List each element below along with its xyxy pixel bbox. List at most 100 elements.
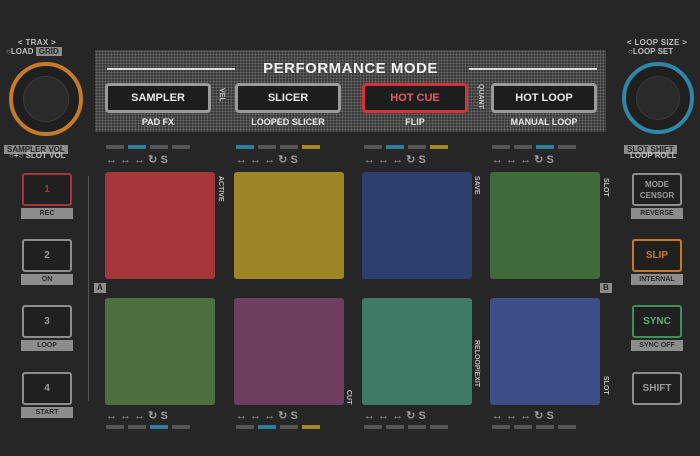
- pad-strip-top-1: [106, 145, 190, 151]
- sync-off-label: SYNC OFF: [631, 340, 683, 351]
- loop-size-label: < LOOP SIZE >: [627, 38, 687, 47]
- pad-strip-top-2: [236, 145, 320, 151]
- pad-7[interactable]: [362, 298, 472, 405]
- load-label: LOAD: [10, 47, 34, 56]
- left-guide-line: [88, 176, 89, 401]
- s-icon: S: [290, 410, 298, 422]
- left-button-1-sub: REC: [21, 208, 73, 219]
- pad-5[interactable]: [105, 298, 215, 405]
- loop-icon: ↻: [534, 410, 547, 422]
- loop-set-label: LOOP SET: [632, 47, 674, 56]
- loop-icon: ↻: [406, 410, 419, 422]
- left-button-2[interactable]: 2: [22, 239, 72, 272]
- b-marker: B: [600, 283, 612, 293]
- pad-1[interactable]: [105, 172, 215, 279]
- pad-strip-top-4: [492, 145, 576, 151]
- trax-knob-inner: [23, 76, 69, 122]
- s-icon: S: [418, 154, 426, 166]
- bottom-controls-2: ↔ ↔ ↔ ↻ S: [236, 409, 298, 422]
- loop-icon: ↻: [148, 410, 161, 422]
- trax-right-marker: >: [48, 38, 56, 47]
- loop-icon: ↻: [278, 154, 291, 166]
- sync-button[interactable]: SYNC: [632, 305, 682, 338]
- left-button-1[interactable]: 1: [22, 173, 72, 206]
- flip-icon: ↔ ↔ ↔: [364, 154, 407, 166]
- pad-strip-bottom-1: [106, 425, 190, 431]
- loop-size-knob-inner: [636, 76, 680, 120]
- loop-icon: ↻: [534, 154, 547, 166]
- flip-icon: ↔ ↔ ↔: [364, 410, 407, 422]
- trax-knob[interactable]: [9, 62, 83, 136]
- slot-dot-icon: ○+○: [9, 151, 26, 160]
- loop-icon: ↻: [278, 410, 291, 422]
- pad-6[interactable]: [234, 298, 344, 405]
- pad-strip-bottom-4: [492, 425, 576, 431]
- pad-8[interactable]: [490, 298, 600, 405]
- slicer-mode-button[interactable]: SLICER: [235, 83, 341, 113]
- sampler-mode-button[interactable]: SAMPLER: [105, 83, 211, 113]
- pad-fx-label: PAD FX: [141, 117, 175, 127]
- trax-label: < TRAX >: [18, 38, 56, 47]
- shift-button[interactable]: SHIFT: [632, 372, 682, 405]
- loop-size-right-marker: >: [679, 38, 688, 47]
- loop-roll-row: LOOP ROLL: [630, 151, 677, 160]
- performance-mode-title: PERFORMANCE MODE: [263, 60, 438, 77]
- s-icon: S: [160, 154, 168, 166]
- top-controls-1: ↔ ↔ ↔ ↻ S: [106, 153, 168, 166]
- left-button-4[interactable]: 4: [22, 372, 72, 405]
- loop-icon: ↻: [148, 154, 161, 166]
- cut-label: CUT: [345, 390, 352, 405]
- hot-loop-mode-button[interactable]: HOT LOOP: [491, 83, 597, 113]
- flip-icon: ↔ ↔ ↔: [236, 154, 279, 166]
- hot-cue-mode-button[interactable]: HOT CUE: [362, 83, 468, 113]
- loop-size-knob[interactable]: [622, 62, 694, 134]
- s-icon: S: [546, 154, 554, 166]
- bottom-controls-4: ↔ ↔ ↔ ↻ S: [492, 409, 554, 422]
- left-button-3-sub: LOOP: [21, 340, 73, 351]
- looped-slicer-label: LOOPED SLICER: [251, 117, 325, 127]
- bottom-controls-3: ↔ ↔ ↔ ↻ S: [364, 409, 426, 422]
- pad-strip-top-3: [364, 145, 448, 151]
- a-marker: A: [94, 283, 106, 293]
- flip-icon: ↔ ↔ ↔: [492, 154, 535, 166]
- bottom-controls-1: ↔ ↔ ↔ ↻ S: [106, 409, 168, 422]
- top-controls-2: ↔ ↔ ↔ ↻ S: [236, 153, 298, 166]
- flip-label: FLIP: [405, 117, 425, 127]
- save-label: SAVE: [473, 176, 480, 195]
- active-label: ACTIVE: [217, 176, 224, 202]
- slot-vol-row: ○+○ SLOT VOL: [9, 151, 66, 160]
- reverse-label: REVERSE: [631, 208, 683, 219]
- load-grid-row: ○LOAD GRID: [6, 47, 62, 57]
- loop-size-left-marker: <: [627, 38, 635, 47]
- loop-size-text: LOOP SIZE: [634, 38, 680, 47]
- s-icon: S: [160, 410, 168, 422]
- flip-icon: ↔ ↔ ↔: [236, 410, 279, 422]
- slot-vol-label: SLOT VOL: [25, 151, 66, 160]
- trax-text: TRAX: [25, 38, 49, 47]
- pad-strip-bottom-2: [236, 425, 320, 431]
- slot-label-bottom: SLOT: [602, 376, 609, 395]
- s-icon: S: [290, 154, 298, 166]
- pad-4[interactable]: [490, 172, 600, 279]
- flip-icon: ↔ ↔ ↔: [106, 410, 149, 422]
- pad-3[interactable]: [362, 172, 472, 279]
- performance-mode-panel: PERFORMANCE MODE SAMPLER PAD FX VEL SLIC…: [95, 50, 606, 132]
- mode-censor-button[interactable]: MODE CENSOR: [632, 173, 682, 206]
- left-button-4-sub: START: [21, 407, 73, 418]
- flip-icon: ↔ ↔ ↔: [106, 154, 149, 166]
- pad-strip-bottom-3: [364, 425, 448, 431]
- slip-button[interactable]: SLIP: [632, 239, 682, 272]
- manual-loop-label: MANUAL LOOP: [510, 117, 578, 127]
- slot-label-top: SLOT: [602, 178, 609, 197]
- loop-icon: ↻: [406, 154, 419, 166]
- left-button-2-sub: ON: [21, 274, 73, 285]
- flip-icon: ↔ ↔ ↔: [492, 410, 535, 422]
- top-controls-4: ↔ ↔ ↔ ↻ S: [492, 153, 554, 166]
- left-button-3[interactable]: 3: [22, 305, 72, 338]
- reloop-exit-label: RELOOP/EXIT: [473, 340, 480, 388]
- s-icon: S: [546, 410, 554, 422]
- loop-roll-label: LOOP ROLL: [630, 151, 677, 160]
- top-controls-3: ↔ ↔ ↔ ↻ S: [364, 153, 426, 166]
- trax-left-marker: <: [18, 38, 26, 47]
- pad-2[interactable]: [234, 172, 344, 279]
